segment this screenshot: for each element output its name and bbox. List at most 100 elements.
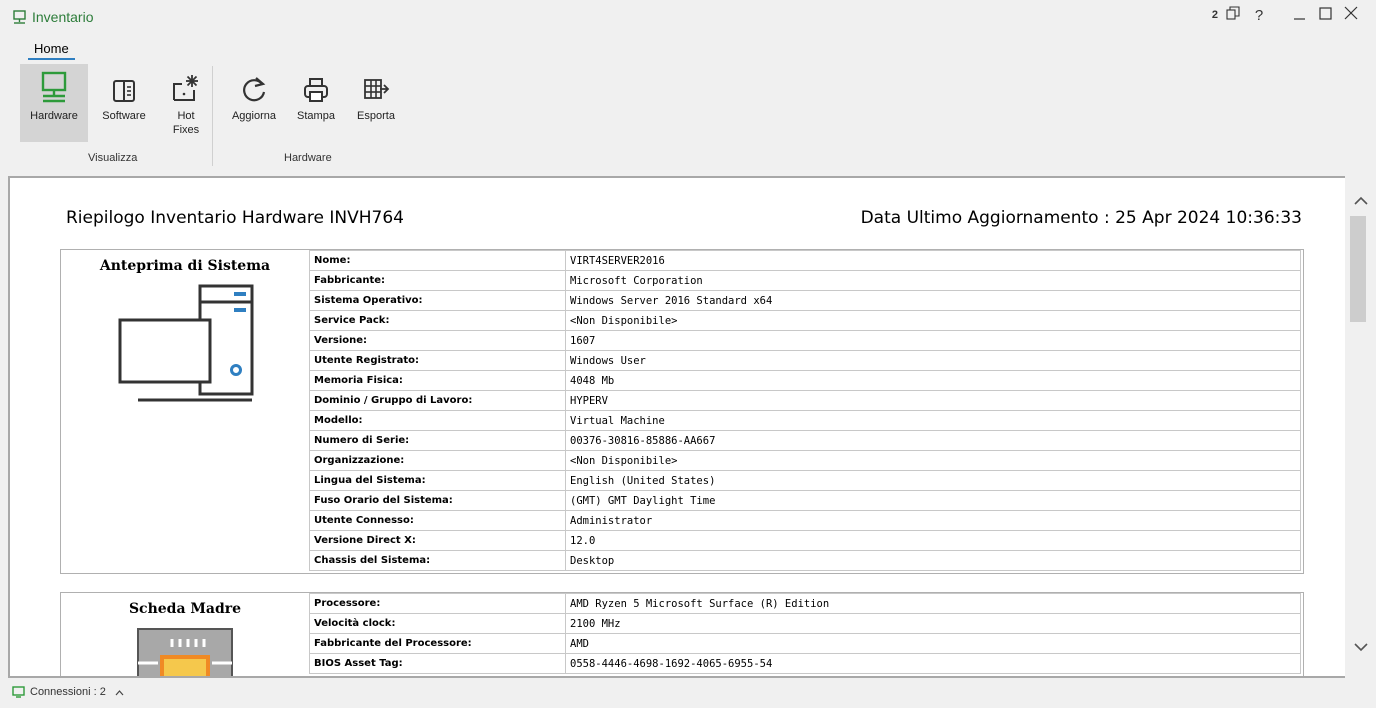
- table-row: Dominio / Gruppo di Lavoro: HYPERV: [309, 390, 1301, 411]
- computer-icon: [13, 9, 26, 24]
- app-title-text: Inventario: [32, 9, 94, 25]
- table-row: Versione Direct X: 12.0: [309, 530, 1301, 551]
- report-date: Data Ultimo Aggiornamento : 25 Apr 2024 …: [860, 208, 1302, 228]
- motherboard-section: Scheda Madre Processore: AMD Ryzen 5 Micr…: [60, 592, 1304, 676]
- export-icon: [364, 79, 390, 99]
- hardware-label: Hardware: [30, 110, 78, 122]
- property-name: Chassis del Sistema:: [309, 550, 566, 571]
- property-value: Desktop: [565, 550, 1301, 571]
- desktop-computer-icon: [118, 284, 254, 402]
- table-row: Fuso Orario del Sistema: (GMT) GMT Daylig…: [309, 490, 1301, 511]
- property-name: Dominio / Gruppo di Lavoro:: [309, 390, 566, 411]
- print-button[interactable]: Stampa: [282, 64, 350, 142]
- software-button[interactable]: Software: [90, 64, 158, 142]
- property-value: Virtual Machine: [565, 410, 1301, 431]
- property-name: BIOS Asset Tag:: [309, 653, 566, 674]
- table-row: Fabbricante: Microsoft Corporation: [309, 270, 1301, 291]
- motherboard-table: Processore: AMD Ryzen 5 Microsoft Surface…: [309, 593, 1301, 674]
- hotfixes-button[interactable]: Hot Fixes: [152, 64, 220, 142]
- table-row: Organizzazione: <Non Disponibile>: [309, 450, 1301, 471]
- ribbon: Hardware Software Hot Fixes Aggiorna Stam…: [0, 60, 1376, 170]
- property-value: VIRT4SERVER2016: [565, 250, 1301, 271]
- property-value: 0558-4446-4698-1692-4065-6955-54: [565, 653, 1301, 674]
- property-value: <Non Disponibile>: [565, 450, 1301, 471]
- close-button[interactable]: [1338, 6, 1364, 24]
- ribbon-tabs: Home: [28, 38, 75, 60]
- table-row: Sistema Operativo: Windows Server 2016 St…: [309, 290, 1301, 311]
- title-bar: Inventario 2 ?: [0, 0, 1376, 34]
- property-value: AMD: [565, 633, 1301, 654]
- monitor-icon: [12, 686, 25, 698]
- motherboard-icon: [137, 628, 233, 676]
- table-row: Processore: AMD Ryzen 5 Microsoft Surface…: [309, 593, 1301, 614]
- printer-icon: [304, 78, 328, 102]
- table-row: Utente Connesso: Administrator: [309, 510, 1301, 531]
- vertical-scrollbar[interactable]: [1345, 176, 1376, 678]
- property-name: Versione:: [309, 330, 566, 351]
- table-row: Numero di Serie: 00376-30816-85886-AA667: [309, 430, 1301, 451]
- table-row: Utente Registrato: Windows User: [309, 350, 1301, 371]
- property-name: Organizzazione:: [309, 450, 566, 471]
- property-name: Nome:: [309, 250, 566, 271]
- chevron-up-icon[interactable]: [1354, 196, 1368, 206]
- table-row: Service Pack: <Non Disponibile>: [309, 310, 1301, 331]
- property-value: Windows User: [565, 350, 1301, 371]
- property-name: Sistema Operativo:: [309, 290, 566, 311]
- help-button[interactable]: ?: [1246, 7, 1272, 24]
- property-name: Modello:: [309, 410, 566, 431]
- property-value: <Non Disponibile>: [565, 310, 1301, 331]
- hotfixes-label-1: Hot: [177, 110, 195, 122]
- software-label: Software: [102, 110, 146, 122]
- property-value: Microsoft Corporation: [565, 270, 1301, 291]
- property-name: Utente Connesso:: [309, 510, 566, 531]
- hotfix-icon: [173, 75, 198, 101]
- chevron-down-icon[interactable]: [1354, 642, 1368, 652]
- hardware-button[interactable]: Hardware: [20, 64, 88, 142]
- connections-status[interactable]: Connessioni : 2: [12, 686, 124, 698]
- property-name: Utente Registrato:: [309, 350, 566, 371]
- table-row: Chassis del Sistema: Desktop: [309, 550, 1301, 571]
- refresh-button[interactable]: Aggiorna: [220, 64, 288, 142]
- hotfixes-label-2: Fixes: [172, 124, 200, 136]
- tab-home[interactable]: Home: [28, 41, 75, 60]
- chevron-up-icon[interactable]: [115, 689, 124, 696]
- table-row: BIOS Asset Tag: 0558-4446-4698-1692-4065-…: [309, 653, 1301, 674]
- property-value: 12.0: [565, 530, 1301, 551]
- property-name: Versione Direct X:: [309, 530, 566, 551]
- group-label-hardware: Hardware: [284, 152, 332, 164]
- system-overview-title: Anteprima di Sistema: [99, 258, 271, 274]
- property-name: Lingua del Sistema:: [309, 470, 566, 491]
- table-row: Versione: 1607: [309, 330, 1301, 351]
- refresh-label: Aggiorna: [231, 110, 277, 122]
- table-row: Lingua del Sistema: English (United State…: [309, 470, 1301, 491]
- property-name: Numero di Serie:: [309, 430, 566, 451]
- export-button[interactable]: Esporta: [342, 64, 410, 142]
- table-row: Velocità clock: 2100 MHz: [309, 613, 1301, 634]
- group-label-view: Visualizza: [88, 152, 138, 164]
- sessions-icon[interactable]: [1220, 6, 1246, 24]
- property-value: (GMT) GMT Daylight Time: [565, 490, 1301, 511]
- status-bar: Connessioni : 2: [0, 682, 1376, 708]
- computer-icon: [41, 71, 67, 103]
- table-row: Nome: VIRT4SERVER2016: [309, 250, 1301, 271]
- refresh-icon: [243, 77, 266, 102]
- property-value: Windows Server 2016 Standard x64: [565, 290, 1301, 311]
- app-title: Inventario: [12, 9, 93, 25]
- property-value: Administrator: [565, 510, 1301, 531]
- minimize-button[interactable]: [1286, 7, 1312, 24]
- property-value: AMD Ryzen 5 Microsoft Surface (R) Editio…: [565, 593, 1301, 614]
- property-value: HYPERV: [565, 390, 1301, 411]
- session-count: 2: [1211, 9, 1218, 21]
- report-title: Riepilogo Inventario Hardware INVH764: [66, 208, 404, 228]
- report-view[interactable]: Riepilogo Inventario Hardware INVH764 Da…: [8, 176, 1345, 678]
- table-row: Fabbricante del Processore: AMD: [309, 633, 1301, 654]
- property-value: English (United States): [565, 470, 1301, 491]
- scrollbar-thumb[interactable]: [1350, 216, 1366, 322]
- table-row: Memoria Fisica: 4048 Mb: [309, 370, 1301, 391]
- maximize-button[interactable]: [1312, 6, 1338, 24]
- table-row: Modello: Virtual Machine: [309, 410, 1301, 431]
- print-label: Stampa: [297, 110, 335, 122]
- property-value: 2100 MHz: [565, 613, 1301, 634]
- connections-label: Connessioni : 2: [30, 686, 106, 698]
- property-value: 00376-30816-85886-AA667: [565, 430, 1301, 451]
